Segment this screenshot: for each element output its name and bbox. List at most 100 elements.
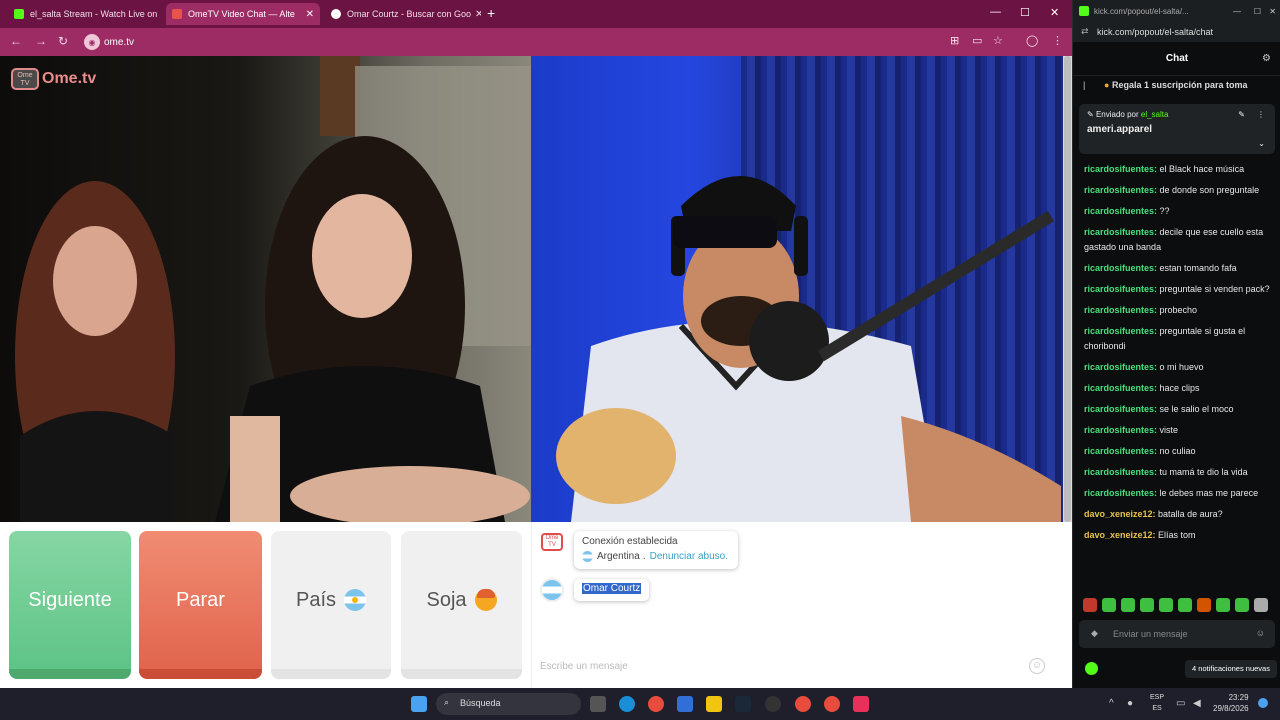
site-settings-icon[interactable]: ⇄	[1081, 26, 1089, 37]
emote-icon[interactable]	[1102, 598, 1116, 612]
network-icon[interactable]: ▭	[1176, 698, 1185, 709]
windows-taskbar: ⌕ Búsqueda ^ ● ESP ES ▭ ◀ 23:29 29/8/202…	[0, 688, 1280, 720]
chrome-profile-icon[interactable]	[795, 696, 811, 712]
kick-logo-icon[interactable]	[1085, 662, 1098, 675]
connection-message: Conexión establecida Argentina . Denunci…	[574, 531, 738, 569]
site-info-icon[interactable]: ◉	[84, 34, 100, 50]
url-field[interactable]: ◉ ome.tv	[84, 34, 134, 50]
stop-button[interactable]: Parar	[139, 531, 262, 679]
emote-icon[interactable]	[1140, 598, 1154, 612]
chat-message: ricardosifuentes: ??	[1084, 206, 1170, 216]
chat-message: ricardosifuentes: probecho	[1084, 305, 1198, 315]
emoji-icon[interactable]: ☺	[1256, 628, 1265, 638]
chat-message: ricardosifuentes: el Black hace música	[1084, 164, 1245, 174]
chrome-icon[interactable]	[648, 696, 664, 712]
country-filter-button[interactable]: País	[271, 531, 391, 679]
chrome-active-icon[interactable]	[824, 696, 840, 712]
kick-chat-popout: kick.com/popout/el-salta/... — ☐ ✕ ⇄ kic…	[1072, 0, 1280, 688]
emote-icon[interactable]	[1254, 598, 1268, 612]
next-button[interactable]: Siguiente	[9, 531, 131, 679]
argentina-flag-icon	[344, 589, 367, 611]
emote-icon[interactable]	[1083, 598, 1097, 612]
minimize-icon[interactable]: —	[990, 6, 1001, 18]
cast-icon[interactable]: ▭	[972, 34, 982, 47]
microphone-icon[interactable]: ●	[1127, 698, 1133, 709]
forward-icon[interactable]: →	[35, 34, 47, 48]
emote-icon[interactable]	[1216, 598, 1230, 612]
browser-window: el_salta Stream - Watch Live on ✕ OmeTV …	[0, 0, 1072, 688]
notification-center-icon[interactable]	[1258, 698, 1268, 708]
system-clock[interactable]: 23:29 29/8/2026	[1213, 692, 1249, 714]
maximize-icon[interactable]: ☐	[1254, 7, 1261, 16]
shield-icon: ◆	[1091, 628, 1098, 638]
gender-filter-button[interactable]: Soja	[401, 531, 522, 679]
google-favicon-icon	[331, 9, 341, 19]
stranger-video-image	[15, 56, 531, 522]
argentina-flag-icon	[582, 551, 593, 562]
steam-icon[interactable]	[735, 696, 751, 712]
new-tab-button[interactable]: +	[487, 5, 495, 21]
report-abuse-link[interactable]: Denunciar abuso.	[650, 551, 728, 562]
self-video	[531, 56, 1063, 522]
kick-favicon-icon	[14, 9, 24, 19]
pinned-message: ✎ Enviado por el_salta ✎ ⋮ ameri.apparel…	[1079, 104, 1275, 154]
chat-settings-icon[interactable]: ⚙	[1262, 42, 1271, 76]
volume-icon[interactable]: ◀	[1193, 698, 1201, 709]
partner-flag-avatar	[542, 580, 562, 600]
task-view-icon[interactable]	[590, 696, 606, 712]
ometv-favicon-icon	[172, 9, 182, 19]
chat-message: ricardosifuentes: preguntale si gusta el…	[1084, 326, 1246, 351]
unpin-icon[interactable]: ✎	[1238, 110, 1245, 119]
tab-kick-stream[interactable]: el_salta Stream - Watch Live on ✕	[8, 3, 160, 25]
tab-ometv[interactable]: OmeTV Video Chat — Alte ✕	[166, 3, 320, 25]
github-icon[interactable]	[765, 696, 781, 712]
chat-message: ricardosifuentes: de donde son preguntal…	[1084, 185, 1260, 195]
close-tab-icon[interactable]: ✕	[302, 9, 314, 20]
text-chat-panel: Ome TV Conexión establecida Argentina . …	[531, 522, 1053, 688]
emoji-icon[interactable]: ☺	[1029, 658, 1045, 674]
emote-icon[interactable]	[1159, 598, 1173, 612]
notifications-toast[interactable]: 4 notificaciones nuevas	[1185, 660, 1277, 678]
tray-chevron-icon[interactable]: ^	[1109, 698, 1114, 709]
scrollbar-thumb[interactable]	[1064, 56, 1071, 522]
translate-icon[interactable]: ⊞	[950, 34, 959, 47]
back-icon[interactable]: ←	[10, 34, 22, 48]
send-message-input[interactable]: ◆ Enviar un mensaje ☺	[1079, 620, 1275, 648]
gift-icon: ●	[1104, 80, 1110, 90]
profile-icon[interactable]: ◯	[1026, 34, 1038, 47]
chevron-down-icon[interactable]: ⌄	[1258, 139, 1265, 148]
address-bar: ← → ↻	[0, 28, 1072, 56]
taskbar-search[interactable]: ⌕ Búsqueda	[436, 693, 581, 715]
emote-icon[interactable]	[1178, 598, 1192, 612]
close-tab-icon[interactable]: ✕	[471, 9, 481, 20]
pinned-menu-icon[interactable]: ⋮	[1257, 110, 1265, 119]
self-video-image	[556, 176, 1061, 522]
windows-start-icon[interactable]	[411, 696, 427, 712]
bookmark-star-icon[interactable]: ☆	[993, 34, 1003, 47]
store-icon[interactable]	[677, 696, 693, 712]
close-tab-icon[interactable]: ✕	[157, 9, 160, 20]
message-input[interactable]: Escribe un mensaje	[540, 661, 628, 672]
chat-message: davo_xeneize12: batalla de aura?	[1084, 509, 1223, 519]
popout-url: ⇄ kick.com/popout/el-salta/chat	[1073, 22, 1280, 42]
language-indicator[interactable]: ESP ES	[1150, 692, 1164, 714]
close-window-icon[interactable]: ✕	[1269, 7, 1276, 16]
minimize-icon[interactable]: —	[1233, 7, 1241, 16]
chat-message: ricardosifuentes: hace clips	[1084, 383, 1200, 393]
chat-message: ricardosifuentes: no culiao	[1084, 446, 1196, 456]
emote-icon[interactable]	[1235, 598, 1249, 612]
tiktok-icon[interactable]	[853, 696, 869, 712]
edge-icon[interactable]	[619, 696, 635, 712]
page-scrollbar[interactable]	[1063, 56, 1072, 522]
emote-icon[interactable]	[1197, 598, 1211, 612]
close-window-icon[interactable]: ✕	[1050, 6, 1059, 19]
file-explorer-icon[interactable]	[706, 696, 722, 712]
menu-kebab-icon[interactable]: ⋮	[1052, 34, 1063, 47]
emote-bar	[1083, 598, 1268, 612]
reload-icon[interactable]: ↻	[58, 34, 68, 48]
emote-icon[interactable]	[1121, 598, 1135, 612]
maximize-icon[interactable]: ☐	[1020, 6, 1030, 19]
tab-google-search[interactable]: Omar Courtz - Buscar con Goo ✕	[325, 3, 481, 25]
chat-message: ricardosifuentes: viste	[1084, 425, 1179, 435]
gift-banner[interactable]: | ● Regala 1 suscripción para toma	[1083, 80, 1248, 90]
